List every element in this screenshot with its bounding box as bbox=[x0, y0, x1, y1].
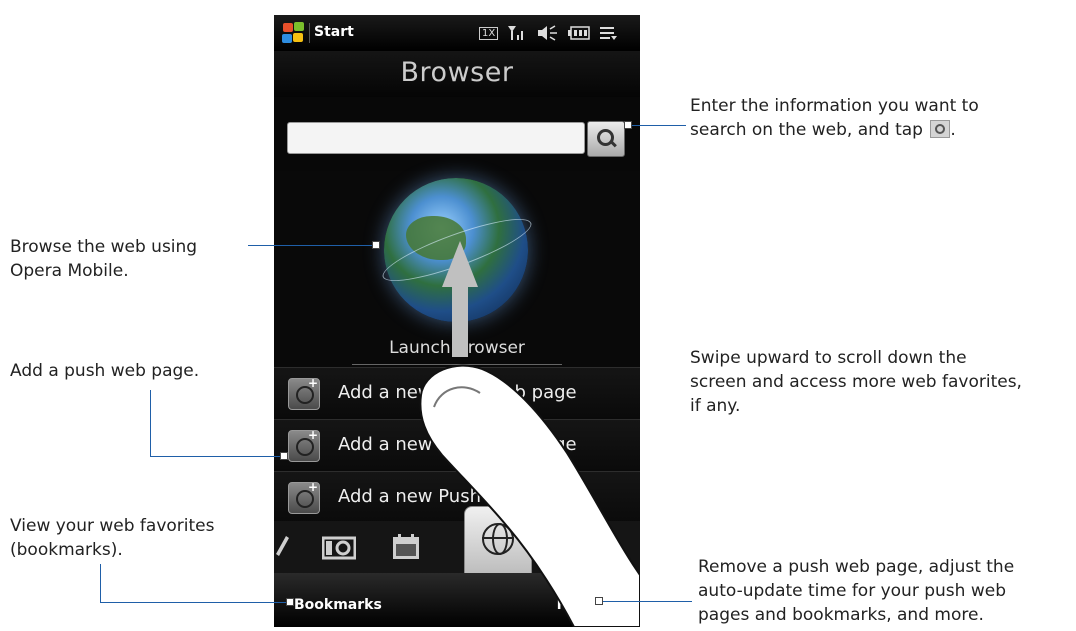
push-web-item-label: Add a new Push Web page bbox=[338, 434, 577, 455]
speaker-icon[interactable] bbox=[537, 25, 559, 45]
callout-search-line1: Enter the information you want to bbox=[690, 96, 979, 116]
callout-favorites: View your web favorites (bookmarks). bbox=[10, 514, 215, 562]
search-input[interactable] bbox=[287, 122, 585, 154]
callout-menu: Remove a push web page, adjust the auto-… bbox=[698, 555, 1014, 627]
callout-menu-line3: pages and bookmarks, and more. bbox=[698, 605, 984, 625]
callout-menu-line2: auto-update time for your push web bbox=[698, 581, 1006, 601]
camera-icon[interactable] bbox=[321, 534, 357, 566]
search-icon bbox=[930, 120, 951, 138]
search-button[interactable] bbox=[587, 121, 625, 157]
leader-line-push bbox=[150, 456, 282, 457]
internet-globe-icon bbox=[482, 523, 514, 555]
callout-swipe: Swipe upward to scroll down the screen a… bbox=[690, 346, 1022, 418]
status-separator bbox=[309, 23, 310, 43]
signal-icon[interactable] bbox=[507, 25, 527, 45]
push-web-item[interactable]: Add a new Push Web page bbox=[274, 367, 640, 420]
add-web-page-icon bbox=[288, 428, 320, 462]
leader-dot-search bbox=[624, 121, 632, 129]
leader-dot-browse bbox=[372, 241, 380, 249]
add-web-page-icon bbox=[288, 376, 320, 410]
leader-line-search bbox=[628, 125, 686, 126]
callout-search-text: search on the web, and tap bbox=[690, 120, 923, 140]
callout-search-period: . bbox=[950, 120, 956, 140]
callout-swipe-line3: if any. bbox=[690, 396, 741, 416]
battery-icon[interactable] bbox=[568, 25, 590, 45]
softkey-bar: Bookmarks Menu bbox=[274, 573, 640, 627]
search-area bbox=[274, 97, 640, 171]
push-web-item-label: Add a new Push Web page bbox=[338, 382, 577, 403]
callout-swipe-line1: Swipe upward to scroll down the bbox=[690, 348, 967, 368]
push-web-item[interactable]: Add a new Push Web page bbox=[274, 471, 640, 524]
bookmarks-softkey[interactable]: Bookmarks bbox=[294, 597, 382, 613]
launch-browser-area[interactable]: Launch Browser bbox=[274, 171, 640, 367]
windows-start-icon[interactable] bbox=[282, 22, 306, 44]
callout-browse-line2: Opera Mobile. bbox=[10, 261, 129, 281]
start-label[interactable]: Start bbox=[314, 24, 354, 40]
push-web-item[interactable]: Add a new Push Web page bbox=[274, 419, 640, 472]
leader-dot-favorites bbox=[286, 598, 294, 606]
status-bar: Start 1X bbox=[274, 15, 640, 51]
leader-dot-push bbox=[280, 452, 288, 460]
callout-menu-line1: Remove a push web page, adjust the bbox=[698, 557, 1015, 577]
leader-line-push-vertical bbox=[150, 390, 151, 457]
network-badge-icon: 1X bbox=[479, 27, 499, 40]
callout-search-line2: search on the web, and tap . bbox=[690, 118, 979, 142]
leader-line-browse bbox=[248, 245, 376, 246]
divider bbox=[352, 364, 562, 365]
phone-screen: Start 1X Browser Launch Browser Add a ne… bbox=[274, 15, 640, 627]
calendar-icon[interactable] bbox=[392, 534, 420, 566]
callout-browse-line1: Browse the web using bbox=[10, 237, 198, 257]
title-band: Browser bbox=[274, 51, 640, 97]
launch-browser-label[interactable]: Launch Browser bbox=[274, 338, 640, 358]
menu-softkey[interactable]: Menu bbox=[557, 597, 600, 613]
callout-favorites-line1: View your web favorites bbox=[10, 516, 215, 536]
add-web-page-icon bbox=[288, 480, 320, 514]
tab-strip bbox=[274, 506, 640, 574]
callout-swipe-line2: screen and access more web favorites, bbox=[690, 372, 1022, 392]
callout-favorites-line2: (bookmarks). bbox=[10, 540, 123, 560]
globe-icon[interactable] bbox=[384, 178, 528, 322]
leader-line-favorites bbox=[100, 602, 288, 603]
callout-push-line1: Add a push web page. bbox=[10, 361, 200, 381]
callout-search: Enter the information you want to search… bbox=[690, 94, 979, 142]
leader-line-menu bbox=[600, 601, 692, 602]
menu-lines-icon[interactable] bbox=[600, 25, 618, 45]
callout-browse: Browse the web using Opera Mobile. bbox=[10, 235, 197, 283]
pencil-icon[interactable] bbox=[276, 534, 290, 564]
page-title: Browser bbox=[400, 57, 514, 88]
leader-line-favorites-vertical bbox=[100, 564, 101, 603]
internet-tab[interactable] bbox=[464, 506, 532, 574]
callout-push: Add a push web page. bbox=[10, 359, 199, 383]
leader-dot-menu bbox=[595, 597, 603, 605]
push-web-item-label: Add a new Push Web page bbox=[338, 486, 577, 507]
